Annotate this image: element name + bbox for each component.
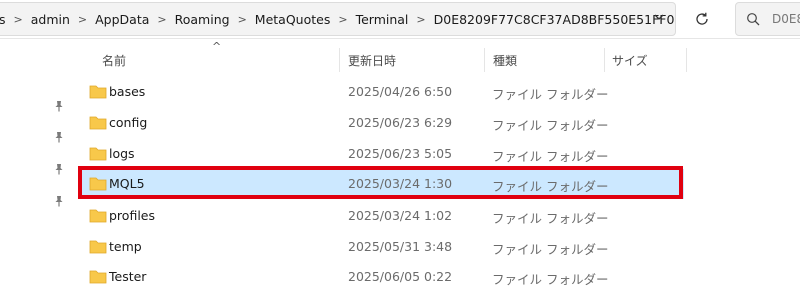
column-divider[interactable]: [686, 48, 687, 72]
file-row-temp[interactable]: temp 2025/05/31 3:48 ファイル フォルダー: [80, 232, 684, 262]
column-header-row: 名前 更新日時 種類 サイズ: [0, 48, 800, 72]
folder-icon: [89, 209, 107, 223]
folder-icon: [89, 270, 107, 284]
column-divider[interactable]: [339, 48, 340, 72]
breadcrumb-item[interactable]: MetaQuotes: [251, 12, 335, 27]
search-icon: [747, 13, 760, 26]
highlight-annotation-box: [78, 166, 683, 199]
file-name: Tester: [109, 269, 147, 284]
breadcrumb-separator[interactable]: >: [234, 13, 251, 26]
column-divider[interactable]: [604, 48, 605, 72]
pin-icon[interactable]: [52, 99, 66, 113]
breadcrumb-item[interactable]: s: [0, 12, 10, 27]
file-row-config[interactable]: config 2025/06/23 6:29 ファイル フォルダー: [80, 108, 684, 138]
file-name: logs: [109, 146, 135, 161]
address-bar-area: s > admin > AppData > Roaming > MetaQuot…: [0, 0, 800, 39]
refresh-icon: [696, 12, 708, 25]
pin-icon[interactable]: [52, 194, 66, 208]
breadcrumb-item[interactable]: AppData: [91, 12, 153, 27]
file-row-logs[interactable]: logs 2025/06/23 5:05 ファイル フォルダー: [80, 139, 684, 169]
file-row-tester[interactable]: Tester 2025/06/05 0:22 ファイル フォルダー: [80, 262, 684, 292]
file-name: temp: [109, 239, 142, 254]
folder-icon: [89, 240, 107, 254]
file-date: 2025/06/05 0:22: [348, 269, 453, 284]
file-row-profiles[interactable]: profiles 2025/03/24 1:02 ファイル フォルダー: [80, 201, 684, 231]
folder-icon: [89, 85, 107, 99]
search-placeholder: D0E8: [772, 12, 800, 26]
file-name: config: [109, 115, 148, 130]
pin-icon[interactable]: [52, 162, 66, 176]
breadcrumb-separator[interactable]: >: [74, 13, 91, 26]
column-header-size[interactable]: サイズ: [612, 52, 648, 69]
file-date: 2025/06/23 5:05: [348, 146, 453, 161]
chevron-down-icon[interactable]: [651, 11, 667, 27]
column-divider[interactable]: [484, 48, 485, 72]
file-type: ファイル フォルダー: [492, 242, 609, 257]
breadcrumb-item[interactable]: Terminal: [352, 12, 413, 27]
folder-icon: [89, 147, 107, 161]
refresh-button[interactable]: [688, 6, 716, 32]
file-type: ファイル フォルダー: [492, 272, 609, 287]
breadcrumb-separator[interactable]: >: [412, 13, 429, 26]
file-date: 2025/04/26 6:50: [348, 84, 453, 99]
file-type: ファイル フォルダー: [492, 211, 609, 226]
column-header-type[interactable]: 種類: [493, 52, 517, 69]
column-header-name[interactable]: 名前: [102, 52, 126, 69]
file-name: bases: [109, 84, 146, 99]
address-path[interactable]: s > admin > AppData > Roaming > MetaQuot…: [0, 2, 676, 36]
file-name: profiles: [109, 208, 155, 223]
folder-icon: [89, 116, 107, 130]
breadcrumb-separator[interactable]: >: [334, 13, 351, 26]
file-date: 2025/05/31 3:48: [348, 239, 453, 254]
breadcrumb-item[interactable]: D0E8209F77C8CF37AD8BF550E51FF075: [430, 12, 675, 27]
breadcrumb-item[interactable]: admin: [27, 12, 74, 27]
file-date: 2025/06/23 6:29: [348, 115, 453, 130]
breadcrumb-item[interactable]: Roaming: [171, 12, 234, 27]
file-type: ファイル フォルダー: [492, 118, 609, 133]
file-type: ファイル フォルダー: [492, 87, 609, 102]
search-box[interactable]: D0E8: [735, 2, 800, 36]
breadcrumb-separator[interactable]: >: [153, 13, 170, 26]
file-type: ファイル フォルダー: [492, 149, 609, 164]
file-date: 2025/03/24 1:02: [348, 208, 453, 223]
column-header-date[interactable]: 更新日時: [348, 52, 396, 69]
file-row-bases[interactable]: bases 2025/04/26 6:50 ファイル フォルダー: [80, 77, 684, 107]
breadcrumb-separator[interactable]: >: [10, 13, 27, 26]
pin-icon[interactable]: [52, 130, 66, 144]
